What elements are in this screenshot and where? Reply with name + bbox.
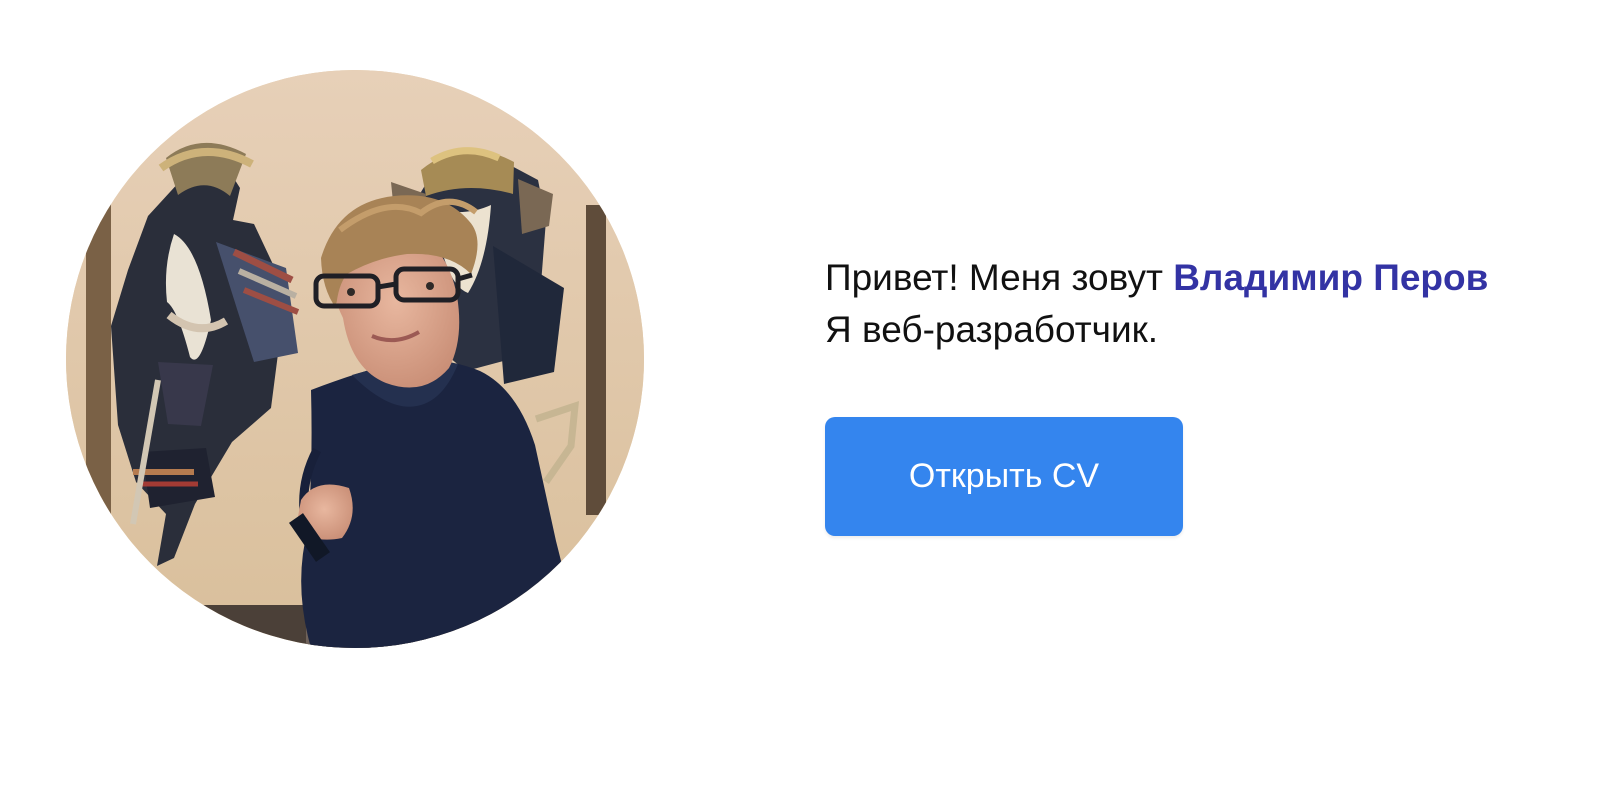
role-text: Я веб-разработчик. bbox=[825, 309, 1159, 350]
intro-text-block: Привет! Меня зовут Владимир Перов Я веб-… bbox=[825, 252, 1585, 356]
greeting-text: Привет! Меня зовут bbox=[825, 257, 1163, 298]
profile-photo bbox=[66, 70, 644, 648]
open-cv-button[interactable]: Открыть CV bbox=[825, 417, 1183, 536]
greeting-line: Привет! Меня зовут Владимир Перов bbox=[825, 252, 1585, 304]
profile-photo-illustration bbox=[66, 70, 644, 648]
developer-name: Владимир Перов bbox=[1173, 257, 1489, 298]
